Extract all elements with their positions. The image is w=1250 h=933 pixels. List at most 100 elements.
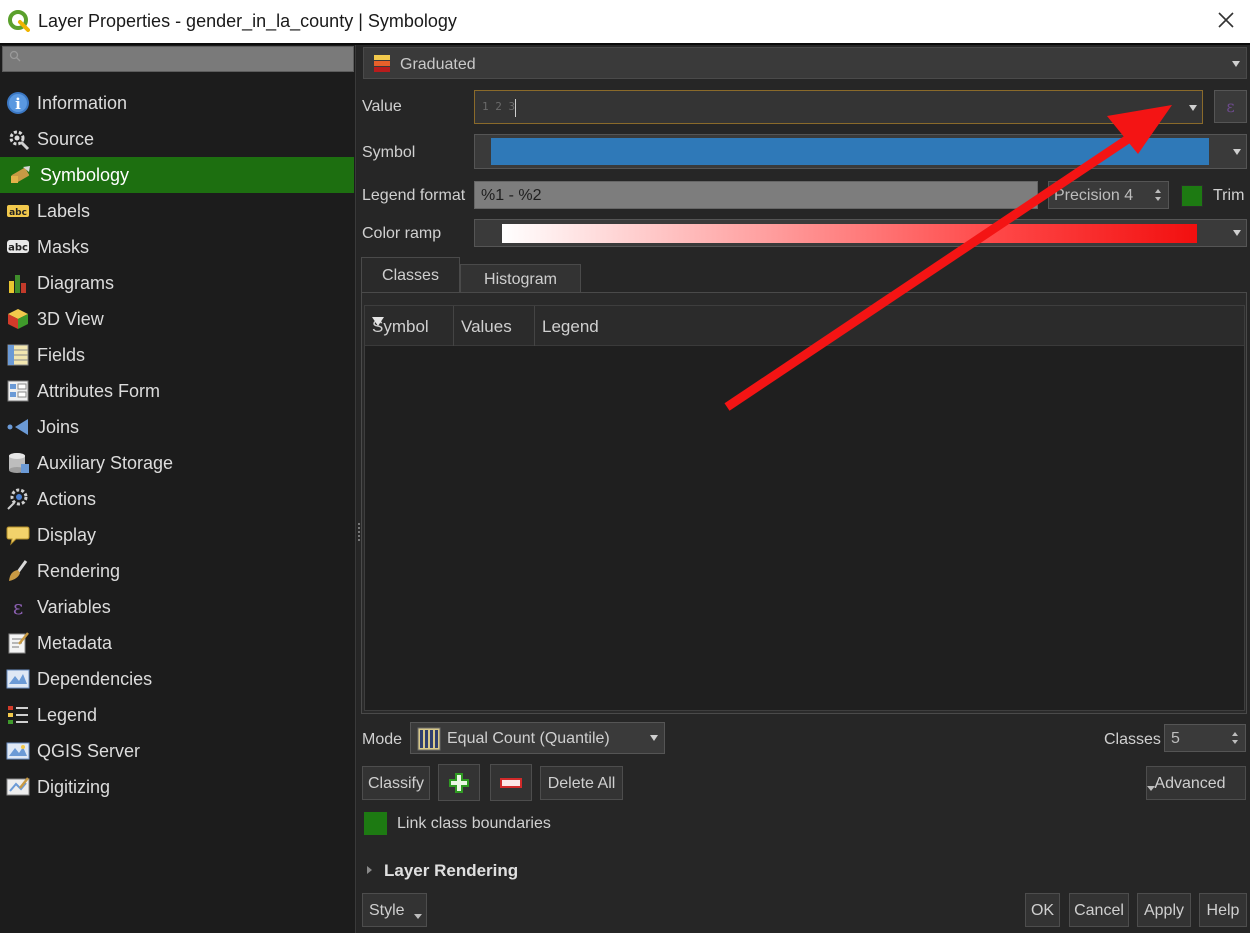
- classes-spinbox[interactable]: 5: [1164, 724, 1246, 752]
- sidebar-item-actions[interactable]: Actions: [0, 481, 356, 517]
- spin-arrows-icon[interactable]: [1154, 188, 1162, 202]
- sidebar-item-label: Attributes Form: [37, 380, 161, 401]
- sidebar-item-digitizing[interactable]: Digitizing: [0, 769, 356, 805]
- symbol-label: Symbol: [362, 144, 416, 161]
- digitizing-icon: [5, 774, 31, 800]
- precision-value: Precision 4: [1054, 187, 1134, 204]
- sidebar-item-label: Display: [37, 524, 97, 545]
- tab-label: Histogram: [484, 271, 557, 288]
- advanced-button[interactable]: Advanced: [1146, 766, 1246, 800]
- actions-icon: [5, 486, 31, 512]
- plus-icon: [449, 773, 469, 793]
- button-label: Apply: [1143, 902, 1185, 919]
- sidebar-item-label: Diagrams: [37, 272, 115, 293]
- title-bar: Layer Properties - gender_in_la_county |…: [0, 0, 1250, 43]
- chevron-down-icon[interactable]: [650, 735, 658, 741]
- cancel-button[interactable]: Cancel: [1069, 893, 1129, 927]
- metadata-icon: [5, 630, 31, 656]
- sidebar-item-label: Labels: [37, 200, 91, 221]
- renderer-type-combo[interactable]: Graduated: [363, 47, 1247, 79]
- sort-arrow-icon: [372, 317, 384, 326]
- fields-icon: [5, 342, 31, 368]
- sidebar-item-dependencies[interactable]: Dependencies: [0, 661, 356, 697]
- symbol-color-swatch: [491, 138, 1209, 165]
- sidebar-item-attributes-form[interactable]: Attributes Form: [0, 373, 356, 409]
- sidebar-item-labels[interactable]: abc Labels: [0, 193, 356, 229]
- joins-icon: [5, 414, 31, 440]
- symbol-button[interactable]: [474, 134, 1247, 169]
- column-header-values[interactable]: Values: [454, 306, 535, 346]
- column-header-label: Legend: [542, 317, 599, 336]
- sidebar-item-information[interactable]: i Information: [0, 85, 356, 121]
- classes-count-label: Classes: [1104, 731, 1161, 748]
- sidebar-item-display[interactable]: Display: [0, 517, 356, 553]
- dependencies-icon: [5, 666, 31, 692]
- link-class-boundaries-label: Link class boundaries: [397, 815, 551, 832]
- delete-all-button[interactable]: Delete All: [540, 766, 623, 800]
- remove-class-button[interactable]: [490, 764, 532, 801]
- precision-spinbox[interactable]: Precision 4: [1048, 181, 1169, 209]
- sidebar-item-symbology[interactable]: Symbology: [0, 157, 354, 193]
- symbology-panel: Graduated Value 1 2 3 ε Symbol Legend fo…: [361, 45, 1250, 933]
- sidebar-item-legend[interactable]: Legend: [0, 697, 356, 733]
- color-ramp-combo[interactable]: [474, 219, 1247, 247]
- classify-button[interactable]: Classify: [362, 766, 430, 800]
- color-ramp-label: Color ramp: [362, 225, 442, 242]
- sidebar-item-label: Auxiliary Storage: [37, 452, 174, 473]
- trim-checkbox[interactable]: [1181, 185, 1203, 207]
- column-header-legend[interactable]: Legend: [535, 306, 1244, 346]
- rendering-icon: [5, 558, 31, 584]
- sidebar-item-source[interactable]: Source: [0, 121, 356, 157]
- sidebar-item-3d-view[interactable]: 3D View: [0, 301, 356, 337]
- sidebar-item-qgis-server[interactable]: QGIS Server: [0, 733, 356, 769]
- graduated-icon: [374, 55, 390, 72]
- spin-arrows-icon[interactable]: [1231, 731, 1239, 745]
- expression-button[interactable]: ε: [1214, 90, 1247, 123]
- chevron-down-icon[interactable]: [1189, 105, 1197, 111]
- add-class-button[interactable]: [438, 764, 480, 801]
- tab-classes[interactable]: Classes: [361, 257, 460, 293]
- search-input[interactable]: [2, 46, 354, 72]
- chevron-right-icon[interactable]: [367, 866, 372, 874]
- sidebar-nav: i Information Source Symbology abc Label…: [0, 85, 356, 805]
- sidebar-item-label: Symbology: [40, 164, 130, 185]
- sidebar-item-label: 3D View: [37, 308, 104, 329]
- sidebar-item-fields[interactable]: Fields: [0, 337, 356, 373]
- legend-format-label: Legend format: [362, 187, 466, 204]
- chevron-down-icon: [1232, 61, 1240, 67]
- sidebar-item-metadata[interactable]: Metadata: [0, 625, 356, 661]
- column-header-symbol[interactable]: Symbol: [365, 306, 454, 346]
- sidebar-item-variables[interactable]: ε Variables: [0, 589, 356, 625]
- sidebar-item-label: Dependencies: [37, 668, 153, 689]
- layer-rendering-section[interactable]: Layer Rendering: [384, 861, 518, 881]
- chevron-down-icon[interactable]: [1233, 230, 1241, 236]
- sidebar-item-diagrams[interactable]: Diagrams: [0, 265, 356, 301]
- mode-combo[interactable]: Equal Count (Quantile): [410, 722, 665, 754]
- sidebar-item-masks[interactable]: abc Masks: [0, 229, 356, 265]
- source-icon: [5, 126, 31, 152]
- column-header-label: Values: [461, 317, 512, 336]
- sidebar-item-auxiliary-storage[interactable]: Auxiliary Storage: [0, 445, 356, 481]
- value-field-combo[interactable]: 1 2 3: [474, 90, 1203, 124]
- sidebar: i Information Source Symbology abc Label…: [0, 45, 356, 933]
- svg-text:ε: ε: [13, 595, 23, 619]
- help-button[interactable]: Help: [1199, 893, 1247, 927]
- renderer-type-label: Graduated: [400, 56, 476, 73]
- svg-text:i: i: [15, 95, 21, 113]
- link-class-boundaries-checkbox[interactable]: [364, 812, 387, 835]
- tab-histogram[interactable]: Histogram: [460, 264, 581, 293]
- ok-button[interactable]: OK: [1025, 893, 1060, 927]
- chevron-down-icon[interactable]: [1233, 149, 1241, 155]
- symbology-icon: [8, 162, 34, 188]
- sidebar-item-joins[interactable]: Joins: [0, 409, 356, 445]
- splitter-handle[interactable]: [358, 523, 360, 541]
- mode-value: Equal Count (Quantile): [447, 730, 610, 747]
- style-button[interactable]: Style: [362, 893, 427, 927]
- sidebar-item-label: Information: [37, 92, 128, 113]
- apply-button[interactable]: Apply: [1137, 893, 1191, 927]
- classes-table[interactable]: Symbol Values Legend: [364, 305, 1245, 711]
- close-icon[interactable]: [1214, 8, 1238, 32]
- sidebar-item-rendering[interactable]: Rendering: [0, 553, 356, 589]
- legend-format-input[interactable]: %1 - %2: [474, 181, 1038, 209]
- trim-label: Trim: [1213, 187, 1245, 204]
